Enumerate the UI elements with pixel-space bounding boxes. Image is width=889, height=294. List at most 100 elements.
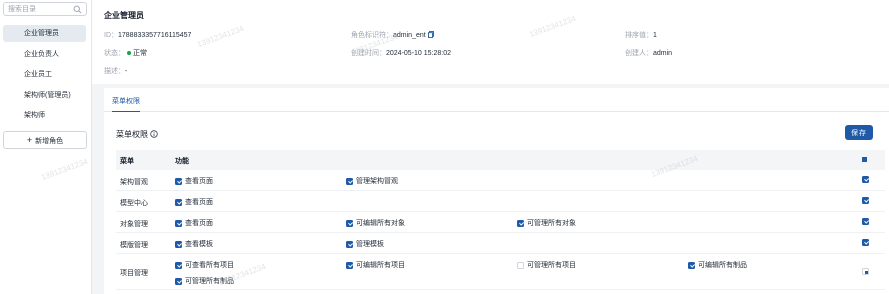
desc-value: - bbox=[125, 68, 128, 75]
created-time-info: 创建时间：2024-05-10 15:28:02 bbox=[351, 48, 451, 58]
permission-label: 查看页面 bbox=[185, 178, 213, 185]
checkbox-icon bbox=[175, 277, 182, 285]
table-row: 对象管理 查看页面 可编辑所有对象 可管理所有对象 bbox=[116, 212, 885, 233]
permission-label: 可编辑所有项目 bbox=[356, 262, 405, 269]
desc-label: 描述： bbox=[104, 68, 125, 75]
checkbox-icon bbox=[862, 176, 869, 183]
tab-bar: 菜单权限 bbox=[104, 88, 889, 112]
permission-label: 查看页面 bbox=[185, 199, 213, 206]
description-info: 描述：- bbox=[104, 66, 127, 76]
id-label: ID： bbox=[104, 32, 118, 39]
permission-label: 可编辑所有制品 bbox=[698, 262, 747, 269]
role-key-info: 角色标识符：admin_ent bbox=[351, 30, 434, 40]
add-role-label: 新增角色 bbox=[35, 138, 64, 145]
creator-value: admin bbox=[653, 50, 673, 57]
checkbox-icon bbox=[346, 240, 353, 248]
info-icon[interactable] bbox=[150, 130, 158, 138]
role-key-value: admin_ent bbox=[393, 32, 426, 39]
checkbox-icon bbox=[175, 261, 182, 269]
checkbox-icon bbox=[517, 261, 524, 269]
row-select-all-checkbox[interactable] bbox=[862, 239, 872, 246]
sidebar: 企业管理员 企业负责人 企业员工 架构师(管理员) 架构师 +新增角色 bbox=[0, 0, 92, 294]
section-title: 菜单权限 bbox=[116, 129, 158, 140]
search-icon[interactable] bbox=[73, 5, 82, 14]
row-select-all-checkbox[interactable] bbox=[862, 176, 872, 183]
copy-icon[interactable] bbox=[427, 31, 434, 38]
permission-checkbox[interactable]: 可查看所有项目 bbox=[175, 260, 234, 270]
permission-checkbox[interactable]: 可管理所有项目 bbox=[517, 260, 576, 270]
permission-checkbox[interactable]: 查看页面 bbox=[175, 176, 213, 186]
checkbox-icon bbox=[688, 261, 695, 269]
select-all-checkbox[interactable] bbox=[862, 157, 867, 162]
add-role-button[interactable]: + 新增角色 bbox=[3, 131, 87, 149]
permission-label: 可管理所有对象 bbox=[527, 220, 576, 227]
sort-label: 排序值： bbox=[625, 32, 653, 39]
status-dot bbox=[127, 50, 131, 55]
permission-label: 可编辑所有对象 bbox=[356, 220, 405, 227]
menu-name: 对象管理 bbox=[120, 221, 148, 228]
permission-label: 管理模板 bbox=[356, 241, 384, 248]
permission-checkbox[interactable]: 可编辑所有项目 bbox=[346, 260, 405, 270]
role-detail-header: 企业管理员 ID：1788833357716115457 角色标识符：admin… bbox=[92, 0, 889, 84]
column-function: 功能 bbox=[175, 158, 189, 165]
creator-label: 创建人： bbox=[625, 50, 653, 57]
sidebar-item-architect-admin[interactable]: 架构师(管理员) bbox=[3, 87, 86, 104]
menu-name: 模型中心 bbox=[120, 200, 148, 207]
created-time-label: 创建时间： bbox=[351, 50, 386, 57]
checkbox-icon bbox=[175, 177, 182, 185]
status-info: 状态： 正常 bbox=[104, 48, 147, 58]
permission-checkbox[interactable]: 查看页面 bbox=[175, 197, 213, 207]
sort-value: 1 bbox=[653, 32, 657, 39]
checkbox-icon bbox=[862, 239, 869, 246]
row-select-all-checkbox[interactable] bbox=[862, 197, 872, 204]
table-row: 模型中心 查看页面 bbox=[116, 191, 885, 212]
row-select-all-checkbox[interactable] bbox=[862, 218, 872, 225]
permission-checkbox[interactable]: 可管理所有对象 bbox=[517, 218, 576, 228]
checkbox-icon bbox=[346, 261, 353, 269]
tab-menu-permissions[interactable]: 菜单权限 bbox=[112, 96, 140, 112]
checkbox-icon bbox=[862, 218, 869, 225]
permission-checkbox[interactable]: 可管理所有制品 bbox=[175, 276, 234, 286]
column-menu: 菜单 bbox=[120, 158, 134, 165]
creator-info: 创建人：admin bbox=[625, 48, 672, 58]
search-box[interactable] bbox=[3, 2, 87, 16]
permission-checkbox[interactable]: 管理模板 bbox=[346, 239, 384, 249]
page-title: 企业管理员 bbox=[104, 11, 144, 20]
id-value: 1788833357716115457 bbox=[118, 32, 192, 39]
permission-checkbox[interactable]: 查看模板 bbox=[175, 239, 213, 249]
checkbox-icon bbox=[517, 219, 524, 227]
permission-table: 菜单 功能 架构冒观 查看页面 管理架构冒观 模型中心 查看页面 对象管理 查看… bbox=[116, 150, 885, 290]
permission-checkbox[interactable]: 管理架构冒观 bbox=[346, 176, 398, 186]
permission-label: 查看页面 bbox=[185, 220, 213, 227]
permission-checkbox[interactable]: 查看页面 bbox=[175, 218, 213, 228]
permission-label: 查看模板 bbox=[185, 241, 213, 248]
search-input[interactable] bbox=[8, 3, 76, 15]
created-time-value: 2024-05-10 15:28:02 bbox=[386, 50, 451, 57]
permission-label: 管理架构冒观 bbox=[356, 178, 398, 185]
checkbox-icon bbox=[175, 219, 182, 227]
sort-info: 排序值：1 bbox=[625, 30, 657, 40]
table-header: 菜单 功能 bbox=[116, 150, 885, 170]
role-key-label: 角色标识符： bbox=[351, 32, 393, 39]
checkbox-icon bbox=[175, 198, 182, 206]
permission-checkbox[interactable]: 可编辑所有制品 bbox=[688, 260, 747, 270]
permission-checkbox[interactable]: 可编辑所有对象 bbox=[346, 218, 405, 228]
permission-label: 可管理所有项目 bbox=[527, 262, 576, 269]
role-id-info: ID：1788833357716115457 bbox=[104, 30, 191, 40]
sidebar-item-enterprise-admin[interactable]: 企业管理员 bbox=[3, 25, 86, 42]
sidebar-item-enterprise-owner[interactable]: 企业负责人 bbox=[3, 46, 86, 63]
menu-name: 模版管理 bbox=[120, 242, 148, 249]
menu-name: 架构冒观 bbox=[120, 179, 148, 186]
checkbox-icon bbox=[862, 197, 869, 204]
checkbox-icon bbox=[175, 240, 182, 248]
table-row: 架构冒观 查看页面 管理架构冒观 bbox=[116, 170, 885, 191]
sidebar-item-enterprise-staff[interactable]: 企业员工 bbox=[3, 66, 86, 83]
save-button[interactable]: 保存 bbox=[845, 125, 873, 140]
section-title-text: 菜单权限 bbox=[116, 130, 148, 139]
permission-label: 可管理所有制品 bbox=[185, 278, 234, 285]
sidebar-item-architect[interactable]: 架构师 bbox=[3, 107, 86, 124]
permission-label: 可查看所有项目 bbox=[185, 262, 234, 269]
checkbox-icon bbox=[346, 177, 353, 185]
status-label: 状态： bbox=[104, 50, 125, 57]
row-select-all-checkbox[interactable] bbox=[862, 268, 872, 275]
